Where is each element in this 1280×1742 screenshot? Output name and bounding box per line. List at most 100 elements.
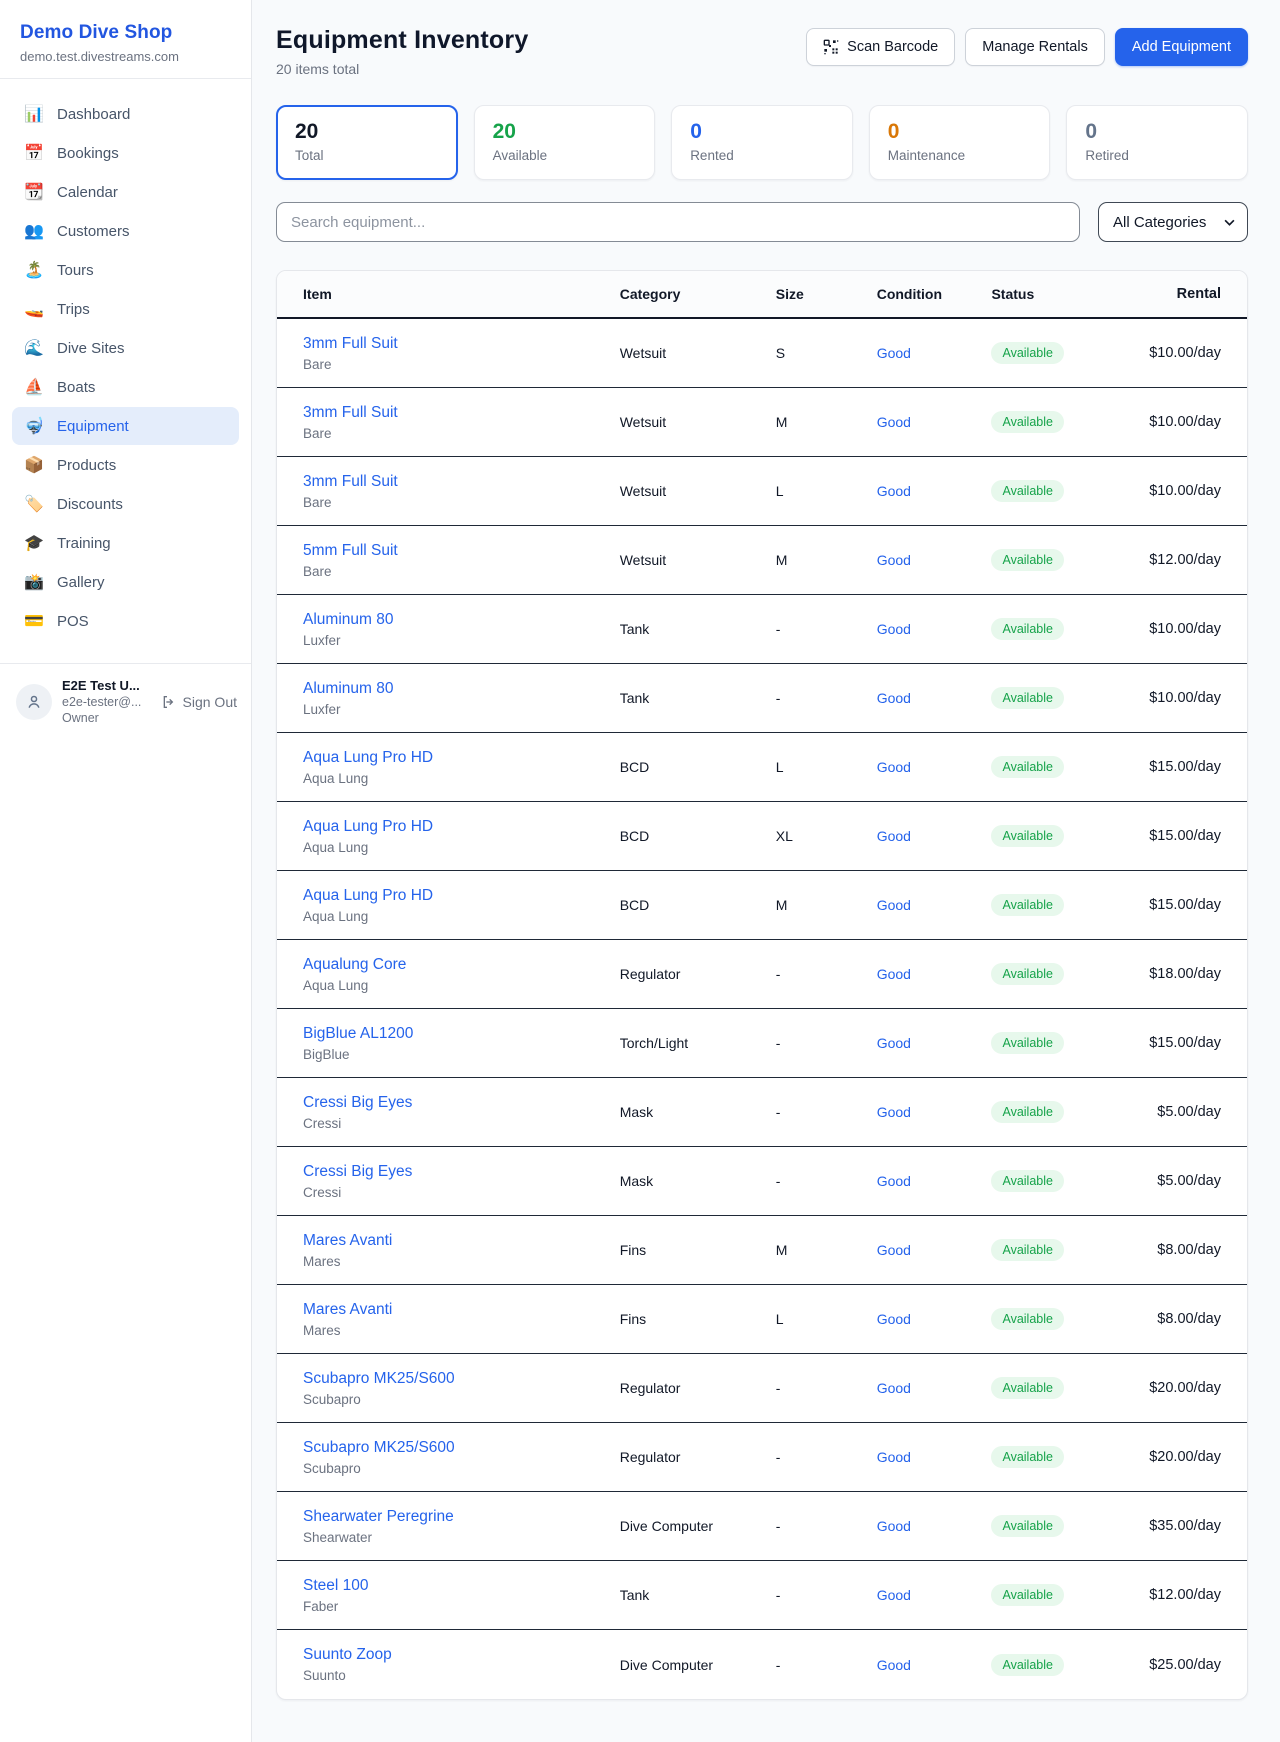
table-row: Aqualung Core Aqua Lung Regulator - Good…	[277, 940, 1247, 1009]
item-cell: Aqua Lung Pro HD Aqua Lung	[303, 749, 620, 786]
item-name-link[interactable]: Aqualung Core	[303, 956, 620, 974]
condition-link[interactable]: Good	[877, 828, 911, 844]
condition-link[interactable]: Good	[877, 1242, 911, 1258]
sidebar-item-gallery[interactable]: 📸 Gallery	[12, 563, 239, 601]
add-equipment-button[interactable]: Add Equipment	[1115, 28, 1248, 66]
status-badge: Available	[991, 1032, 1064, 1054]
size-cell: -	[776, 690, 877, 706]
item-name-link[interactable]: 3mm Full Suit	[303, 335, 620, 353]
sidebar-item-dive-sites[interactable]: 🌊 Dive Sites	[12, 329, 239, 367]
condition-link[interactable]: Good	[877, 759, 911, 775]
condition-link[interactable]: Good	[877, 966, 911, 982]
sidebar-item-discounts[interactable]: 🏷️ Discounts	[12, 485, 239, 523]
condition-link[interactable]: Good	[877, 483, 911, 499]
sidebar-item-equipment[interactable]: 🤿 Equipment	[12, 407, 239, 445]
sidebar-item-pos[interactable]: 💳 POS	[12, 602, 239, 640]
item-name-link[interactable]: Aluminum 80	[303, 611, 620, 629]
manage-rentals-button[interactable]: Manage Rentals	[965, 28, 1105, 66]
item-name-link[interactable]: Shearwater Peregrine	[303, 1508, 620, 1526]
condition-link[interactable]: Good	[877, 1380, 911, 1396]
status-badge: Available	[991, 1170, 1064, 1192]
sign-out-button[interactable]: Sign Out	[161, 694, 237, 710]
condition-link[interactable]: Good	[877, 621, 911, 637]
sidebar-item-bookings[interactable]: 📅 Bookings	[12, 134, 239, 172]
table-row: Mares Avanti Mares Fins L Good Available…	[277, 1285, 1247, 1354]
condition-link[interactable]: Good	[877, 414, 911, 430]
item-name-link[interactable]: Aqua Lung Pro HD	[303, 749, 620, 767]
stat-card-rented[interactable]: 0 Rented	[671, 105, 853, 180]
page-header: Equipment Inventory 20 items total Scan …	[276, 26, 1248, 77]
item-name-link[interactable]: Mares Avanti	[303, 1301, 620, 1319]
sidebar-item-tours[interactable]: 🏝️ Tours	[12, 251, 239, 289]
item-name-link[interactable]: Cressi Big Eyes	[303, 1163, 620, 1181]
avatar	[16, 684, 52, 720]
condition-link[interactable]: Good	[877, 1035, 911, 1051]
condition-link[interactable]: Good	[877, 1587, 911, 1603]
condition-link[interactable]: Good	[877, 1449, 911, 1465]
sidebar-item-products[interactable]: 📦 Products	[12, 446, 239, 484]
status-badge: Available	[991, 1654, 1064, 1676]
item-name-link[interactable]: Aqua Lung Pro HD	[303, 818, 620, 836]
category-cell: BCD	[620, 897, 776, 913]
status-badge: Available	[991, 549, 1064, 571]
status-badge: Available	[991, 687, 1064, 709]
scan-barcode-button[interactable]: Scan Barcode	[806, 28, 955, 66]
item-name-link[interactable]: 3mm Full Suit	[303, 473, 620, 491]
sidebar-item-icon: 💳	[24, 611, 44, 631]
category-select[interactable]: All Categories	[1098, 202, 1248, 242]
item-name-link[interactable]: Aqua Lung Pro HD	[303, 887, 620, 905]
rental-cell: $10.00/day	[1111, 621, 1221, 637]
item-cell: Cressi Big Eyes Cressi	[303, 1163, 620, 1200]
search-input[interactable]	[276, 202, 1080, 242]
size-cell: L	[776, 1311, 877, 1327]
sidebar-item-dashboard[interactable]: 📊 Dashboard	[12, 95, 239, 133]
stat-label: Available	[493, 148, 637, 163]
condition-link[interactable]: Good	[877, 690, 911, 706]
column-header-rental: Rental	[1111, 286, 1221, 302]
item-name-link[interactable]: Suunto Zoop	[303, 1646, 620, 1664]
sidebar-item-boats[interactable]: ⛵ Boats	[12, 368, 239, 406]
item-brand: Scubapro	[303, 1461, 620, 1476]
condition-link[interactable]: Good	[877, 1311, 911, 1327]
condition-link[interactable]: Good	[877, 1173, 911, 1189]
stat-card-retired[interactable]: 0 Retired	[1066, 105, 1248, 180]
sidebar-item-trips[interactable]: 🚤 Trips	[12, 290, 239, 328]
condition-link[interactable]: Good	[877, 1104, 911, 1120]
condition-link[interactable]: Good	[877, 1518, 911, 1534]
sidebar-item-icon: 🚤	[24, 299, 44, 319]
condition-cell: Good	[877, 1518, 992, 1534]
stat-card-total[interactable]: 20 Total	[276, 105, 458, 180]
stat-card-available[interactable]: 20 Available	[474, 105, 656, 180]
sidebar-item-training[interactable]: 🎓 Training	[12, 524, 239, 562]
size-cell: XL	[776, 828, 877, 844]
condition-link[interactable]: Good	[877, 552, 911, 568]
item-name-link[interactable]: Mares Avanti	[303, 1232, 620, 1250]
sidebar-item-label: Training	[57, 535, 111, 552]
sidebar-item-label: Dive Sites	[57, 340, 125, 357]
sidebar-item-calendar[interactable]: 📆 Calendar	[12, 173, 239, 211]
item-brand: Mares	[303, 1254, 620, 1269]
status-badge: Available	[991, 480, 1064, 502]
status-badge: Available	[991, 1377, 1064, 1399]
column-header-condition: Condition	[877, 286, 992, 302]
item-name-link[interactable]: Scubapro MK25/S600	[303, 1370, 620, 1388]
item-name-link[interactable]: 3mm Full Suit	[303, 404, 620, 422]
category-cell: Torch/Light	[620, 1035, 776, 1051]
stat-card-maintenance[interactable]: 0 Maintenance	[869, 105, 1051, 180]
item-name-link[interactable]: BigBlue AL1200	[303, 1025, 620, 1043]
item-name-link[interactable]: Cressi Big Eyes	[303, 1094, 620, 1112]
condition-link[interactable]: Good	[877, 1657, 911, 1673]
table-row: 5mm Full Suit Bare Wetsuit M Good Availa…	[277, 526, 1247, 595]
condition-link[interactable]: Good	[877, 345, 911, 361]
item-name-link[interactable]: Steel 100	[303, 1577, 620, 1595]
table-header-row: Item Category Size Condition Status Rent…	[277, 271, 1247, 319]
condition-link[interactable]: Good	[877, 897, 911, 913]
item-name-link[interactable]: Scubapro MK25/S600	[303, 1439, 620, 1457]
item-brand: Aqua Lung	[303, 771, 620, 786]
sidebar-item-customers[interactable]: 👥 Customers	[12, 212, 239, 250]
sidebar-item-label: Products	[57, 457, 116, 474]
condition-cell: Good	[877, 1657, 992, 1673]
item-name-link[interactable]: 5mm Full Suit	[303, 542, 620, 560]
rental-cell: $8.00/day	[1111, 1242, 1221, 1258]
item-name-link[interactable]: Aluminum 80	[303, 680, 620, 698]
